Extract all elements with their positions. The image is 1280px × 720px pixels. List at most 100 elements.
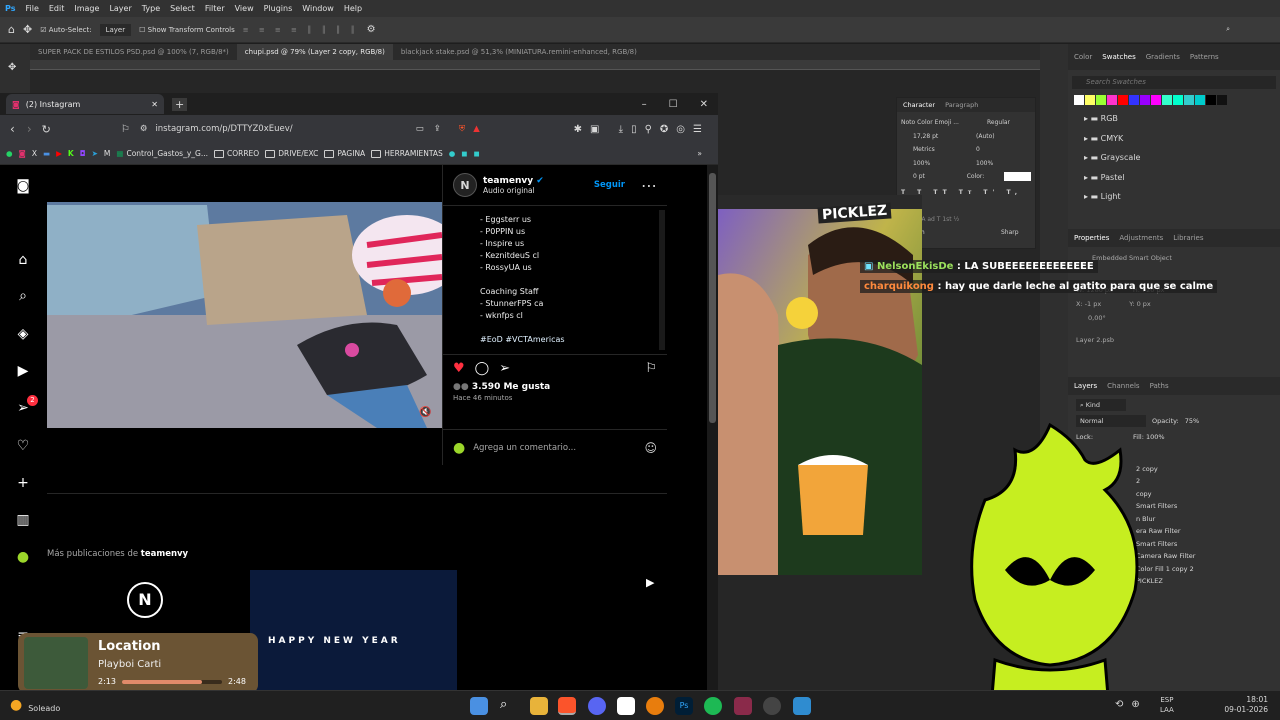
maximize-icon[interactable]: ☐ <box>669 99 678 110</box>
menu-select[interactable]: Select <box>165 4 200 13</box>
swatch-11[interactable] <box>1195 95 1205 105</box>
app-icon[interactable] <box>734 697 752 715</box>
layer-item[interactable]: PICKLEZ <box>1136 575 1272 588</box>
clock[interactable]: 18:01 09-01-2026 <box>1220 695 1268 715</box>
file-explorer-icon[interactable] <box>530 697 548 715</box>
menu-filter[interactable]: Filter <box>200 4 230 13</box>
tab-color[interactable]: Color <box>1074 53 1092 61</box>
hscale-input[interactable]: 100% <box>976 157 993 171</box>
swatch-7[interactable] <box>1151 95 1161 105</box>
instagram-logo-icon[interactable]: ◙ <box>14 177 32 195</box>
save-icon[interactable]: ⚐ <box>645 361 657 376</box>
audio-label[interactable]: Audio original <box>483 186 544 195</box>
weather-widget[interactable]: ● Soleado <box>10 696 60 714</box>
prop-angle[interactable]: 0,00° <box>1076 311 1272 325</box>
bookmark-icon[interactable]: ⚐ <box>121 124 130 135</box>
like-count[interactable]: ●● 3.590 Me gusta <box>443 382 667 392</box>
follow-button[interactable]: Seguir <box>594 180 625 190</box>
doc-tab-2[interactable]: chupi.psd @ 79% (Layer 2 copy, RGB/8) <box>236 44 393 60</box>
bookmark-extra-icons[interactable]: ●◼◼ <box>449 149 486 158</box>
bookmark-correo[interactable]: CORREO <box>213 149 259 158</box>
blender-icon[interactable] <box>646 697 664 715</box>
prop-x[interactable]: X: -1 px <box>1076 297 1101 311</box>
obs-icon[interactable] <box>763 697 781 715</box>
more-bookmarks-icon[interactable]: » <box>697 149 718 158</box>
comment-icon[interactable]: ◯ <box>475 361 490 376</box>
swatch-8[interactable] <box>1162 95 1172 105</box>
menu-help[interactable]: Help <box>339 4 367 13</box>
dashboard-icon[interactable]: ▥ <box>14 511 32 529</box>
bookmark-icon[interactable]: ▬ <box>43 149 50 158</box>
tracking-input[interactable]: 0 <box>976 143 980 157</box>
tab-paragraph[interactable]: Paragraph <box>945 101 978 109</box>
tab-paths[interactable]: Paths <box>1150 382 1169 390</box>
swatch-0[interactable] <box>1074 95 1084 105</box>
menu-image[interactable]: Image <box>69 4 104 13</box>
discord-icon[interactable] <box>588 697 606 715</box>
menu-window[interactable]: Window <box>297 4 339 13</box>
address-actions-icon[interactable]: ▭⇪ <box>416 124 451 134</box>
layer-item[interactable]: 2 copy <box>1136 463 1272 476</box>
aa-dropdown[interactable]: Sharp <box>1001 226 1019 240</box>
menu-type[interactable]: Type <box>137 4 165 13</box>
scroll-thumb[interactable] <box>709 173 716 423</box>
tab-character[interactable]: Character <box>903 101 935 109</box>
browser-extension-icons[interactable]: ✱▣ ⤓▯⚲✪◎☰ <box>574 124 718 135</box>
layer-item[interactable]: n Blur <box>1136 513 1272 526</box>
more-posts-user[interactable]: teamenvy <box>141 549 188 559</box>
spotify-icon[interactable] <box>704 697 722 715</box>
settings-icon[interactable]: ⚙ <box>367 24 376 35</box>
kerning-input[interactable]: Metrics <box>901 143 956 157</box>
create-icon[interactable]: + <box>14 474 32 492</box>
layer-item[interactable]: copy <box>1136 488 1272 501</box>
folder-cmyk[interactable]: ▸ ▬ CMYK <box>1084 129 1280 149</box>
tab-libraries[interactable]: Libraries <box>1173 234 1203 242</box>
twitch-icon[interactable]: ◘ <box>80 149 86 158</box>
folder-rgb[interactable]: ▸ ▬ RGB <box>1084 109 1280 129</box>
swatch-13[interactable] <box>1217 95 1227 105</box>
forward-icon[interactable]: › <box>27 122 32 136</box>
swatch-12[interactable] <box>1206 95 1216 105</box>
messages-icon[interactable]: ➢ 2 <box>14 395 38 417</box>
share-icon[interactable]: ➢ <box>499 361 510 376</box>
explore-icon[interactable]: ◈ <box>14 325 32 343</box>
layer-item[interactable]: Color Fill 1 copy 2 <box>1136 563 1272 576</box>
show-transform-checkbox[interactable]: ☐ Show Transform Controls <box>139 26 235 34</box>
swatch-9[interactable] <box>1173 95 1183 105</box>
tab-adjustments[interactable]: Adjustments <box>1119 234 1163 242</box>
menu-file[interactable]: File <box>20 4 43 13</box>
swatch-2[interactable] <box>1096 95 1106 105</box>
back-icon[interactable]: ‹ <box>10 122 15 136</box>
youtube-icon[interactable]: ▶ <box>56 149 62 158</box>
folder-pastel[interactable]: ▸ ▬ Pastel <box>1084 168 1280 188</box>
menu-plugins[interactable]: Plugins <box>259 4 298 13</box>
tab-close-icon[interactable]: ✕ <box>151 100 158 109</box>
layer-item[interactable]: Smart Filters <box>1136 538 1272 551</box>
brave-rewards-icon[interactable]: ▲ <box>473 124 480 134</box>
language-indicator[interactable]: ESP LAA <box>1160 695 1174 715</box>
layer-kind-filter[interactable]: ⌕ Kind <box>1076 398 1126 411</box>
reels-icon[interactable]: ▶ <box>14 362 32 380</box>
folder-grayscale[interactable]: ▸ ▬ Grayscale <box>1084 148 1280 168</box>
search-icon[interactable]: ⌕ <box>14 287 32 305</box>
baseline-input[interactable]: 0 pt <box>901 170 947 184</box>
color-swatch[interactable] <box>1004 172 1031 182</box>
fill-input[interactable]: 100% <box>1146 433 1165 441</box>
heart-icon[interactable]: ♡ <box>14 437 32 455</box>
notion-icon[interactable] <box>617 697 635 715</box>
page-scrollbar[interactable] <box>707 165 718 690</box>
bookmark-control-gastos[interactable]: ▦ Control_Gastos_y_G... <box>116 149 208 158</box>
folder-light[interactable]: ▸ ▬ Light <box>1084 187 1280 207</box>
layer-item[interactable]: era Raw Filter <box>1136 525 1272 538</box>
font-style-dropdown[interactable]: Regular <box>987 116 1010 130</box>
leading-input[interactable]: (Auto) <box>976 130 995 144</box>
notepad-icon[interactable] <box>793 697 811 715</box>
progress-track[interactable] <box>122 680 222 684</box>
gmail-icon[interactable]: M <box>104 149 110 158</box>
tab-properties[interactable]: Properties <box>1074 234 1109 242</box>
swatch-6[interactable] <box>1140 95 1150 105</box>
swatch-5[interactable] <box>1129 95 1139 105</box>
font-size-input[interactable]: 17,28 pt <box>901 130 956 144</box>
home-icon[interactable]: ⌂ <box>8 23 15 36</box>
brave-icon[interactable] <box>558 697 576 715</box>
